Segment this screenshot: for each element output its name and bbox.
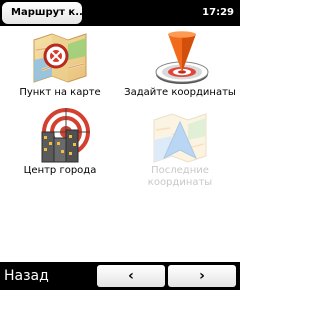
menu-item-city-center[interactable]: Центр города: [0, 108, 120, 253]
bottom-bar: Назад ‹ ›: [0, 262, 240, 290]
back-button[interactable]: Назад: [4, 262, 49, 290]
route-title-label: Маршрут к...: [11, 7, 82, 18]
menu-item-label: Центр города: [23, 165, 97, 176]
chevron-right-icon: ›: [199, 268, 205, 284]
next-page-button[interactable]: ›: [168, 265, 236, 287]
menu-item-recent-coordinates: Последние координаты: [120, 108, 240, 253]
screen: Маршрут к... 17:29 Пункт на карте Задайт…: [0, 0, 240, 320]
clock: 17:29: [202, 7, 234, 18]
route-title-tab[interactable]: Маршрут к...: [2, 2, 82, 24]
status-bar: Маршрут к... 17:29: [0, 0, 240, 26]
menu-item-label: Задайте координаты: [124, 87, 236, 98]
menu-item-label: Пункт на карте: [19, 87, 101, 98]
chevron-left-icon: ‹: [128, 268, 134, 284]
menu-item-label: Последние координаты: [147, 165, 213, 188]
previous-page-button[interactable]: ‹: [97, 265, 165, 287]
